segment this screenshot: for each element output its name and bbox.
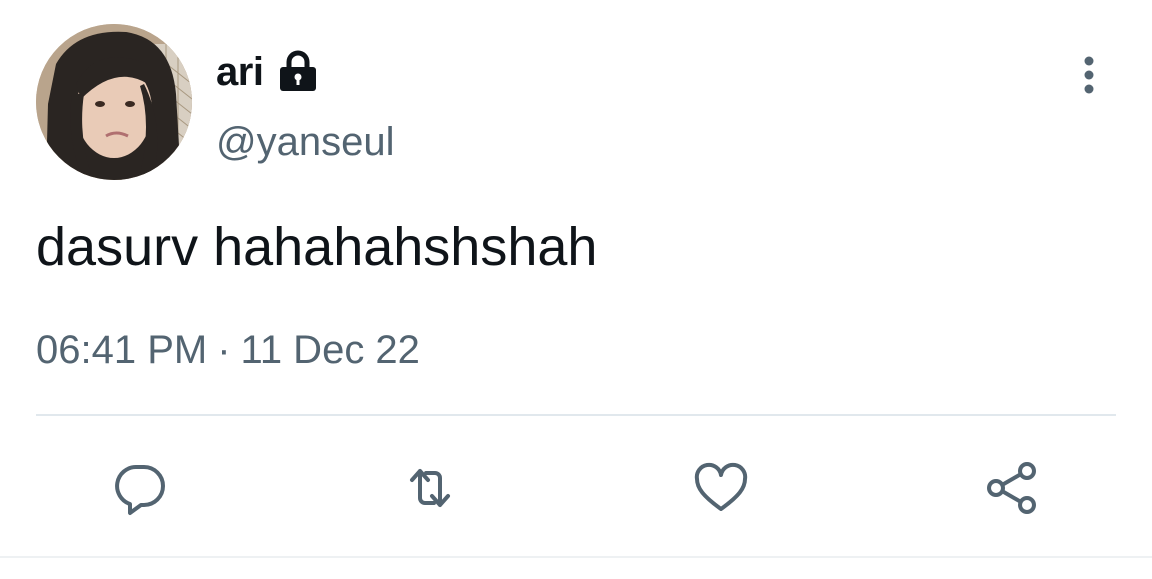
tweet-detail: ari @yanseul dasurv hahahahshshah 06:41 … xyxy=(0,0,1152,579)
divider xyxy=(36,414,1116,416)
lock-icon xyxy=(275,49,321,95)
tweet-text: dasurv hahahahshshah xyxy=(36,217,598,277)
reply-icon xyxy=(115,465,165,515)
tweet-date: 11 Dec 22 xyxy=(240,328,420,372)
heart-icon xyxy=(694,462,748,511)
avatar-photo xyxy=(36,24,192,180)
more-vertical-icon[interactable] xyxy=(1072,54,1106,96)
reply-button[interactable] xyxy=(108,456,172,520)
bottom-divider xyxy=(0,556,1152,558)
tweet-time: 06:41 PM xyxy=(36,328,208,372)
tweet-timestamp[interactable]: 06:41 PM · 11 Dec 22 xyxy=(36,328,420,373)
display-name[interactable]: ari xyxy=(216,50,264,95)
share-icon xyxy=(987,462,1036,514)
share-button[interactable] xyxy=(980,456,1044,520)
retweet-button[interactable] xyxy=(398,456,462,520)
like-button[interactable] xyxy=(689,456,753,520)
tweet-actions xyxy=(0,456,1152,520)
meta-separator: · xyxy=(217,328,231,372)
retweet-icon xyxy=(410,469,450,507)
username-handle[interactable]: @yanseul xyxy=(216,120,394,165)
display-name-row: ari xyxy=(216,44,321,100)
avatar[interactable] xyxy=(36,24,192,180)
